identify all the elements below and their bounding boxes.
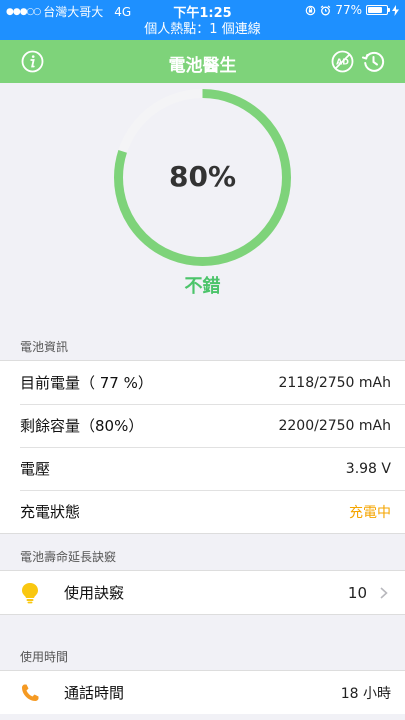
orientation-lock-icon [306,5,316,15]
history-icon [362,51,385,72]
row-value: 2118/2750 mAh [278,374,391,391]
row-label: 剩餘容量（80%） [20,417,144,435]
row-label: 電壓 [20,460,51,478]
row-remaining-capacity: 剩餘容量（80%） 2200/2750 mAh [0,404,405,447]
alarm-icon [320,5,331,15]
talk-time-value: 18 小時 [340,685,391,702]
battery-icon [366,5,390,15]
row-label: 通話時間 [64,684,125,702]
row-current-charge: 目前電量（ 77 %） 2118/2750 mAh [0,361,405,404]
status-bar: ●●●○○ 台灣大哥大 4G 下午1:25 77% [0,0,405,21]
row-voltage: 電壓 3.98 V [0,447,405,490]
battery-info-list: 目前電量（ 77 %） 2118/2750 mAh 剩餘容量（80%） 2200… [0,360,405,534]
gauge-percent: 80% [168,160,237,193]
svg-text:AD: AD [336,58,349,67]
phone-icon [20,683,50,703]
tips-count: 10 [347,583,367,602]
tips-list: 使用訣竅 10 [0,570,405,615]
section-header-usage: 使用時間 [20,650,69,664]
battery-percent: 77% [335,3,362,17]
row-value: 2200/2750 mAh [278,417,391,434]
section-header-tips: 電池壽命延長訣竅 [20,550,117,564]
hotspot-banner[interactable]: 個人熱點：1 個連線 [0,20,405,40]
usage-list: 通話時間 18 小時 [0,670,405,714]
row-label: 使用訣竅 [64,584,125,602]
row-talk-time: 通話時間 18 小時 [0,671,405,714]
row-charging-status: 充電狀態 充電中 [0,490,405,533]
charging-bolt-icon [392,4,399,16]
lightbulb-icon [20,582,50,604]
row-label: 充電狀態 [20,503,81,521]
nav-bar: 電池醫生 AD [0,40,405,83]
row-label: 目前電量（ 77 %） [20,374,153,392]
no-ads-icon: AD [331,50,354,73]
section-header-battery-info: 電池資訊 [20,340,69,354]
charging-status-value: 充電中 [349,504,391,521]
row-usage-tips[interactable]: 使用訣竅 10 [0,571,405,614]
history-button[interactable] [362,50,385,73]
health-status: 不錯 [184,276,221,297]
chevron-right-icon [380,586,388,599]
status-right: 77% [305,3,399,17]
row-value: 3.98 V [345,460,391,477]
no-ads-button[interactable]: AD [331,50,354,73]
